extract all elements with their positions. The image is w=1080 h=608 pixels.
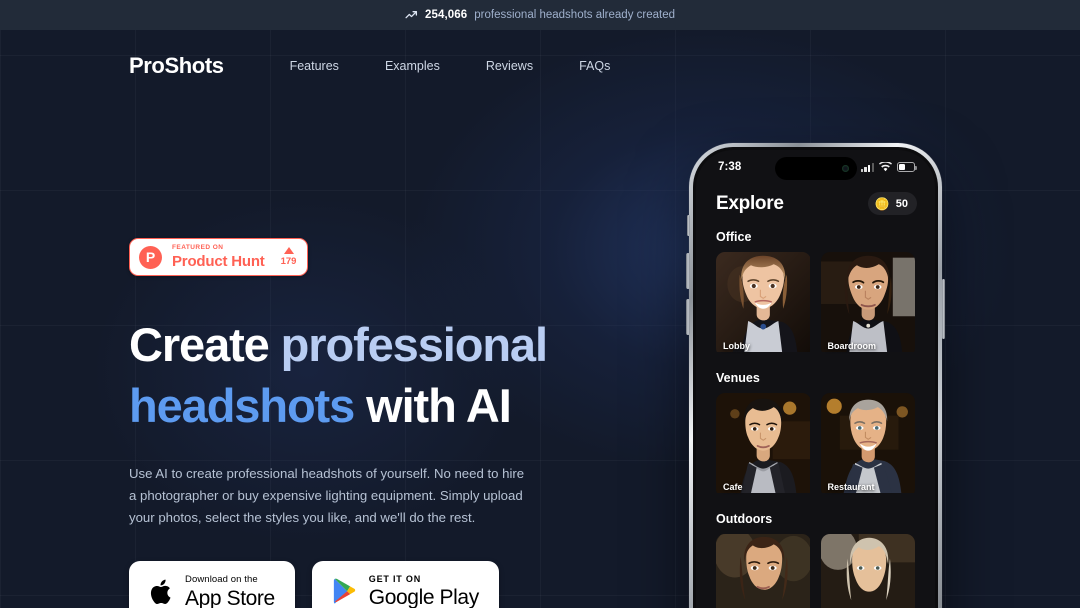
status-clock: 7:38: [718, 161, 742, 173]
explore-header: Explore 🪙 50: [696, 184, 935, 215]
phone-silent-switch[interactable]: [686, 215, 690, 236]
phone-screen: 7:38 Explore 🪙 50 Office Lobby Boardroom…: [696, 150, 935, 608]
section-cards: [696, 534, 935, 608]
trending-up-icon: [405, 10, 418, 18]
google-play-bottom-label: Google Play: [368, 586, 479, 608]
phone-volume-down-button[interactable]: [686, 299, 690, 335]
headshot-count: 254,066: [424, 9, 468, 21]
explore-title: Explore: [716, 192, 784, 214]
style-card-outdoor-2[interactable]: [820, 534, 916, 608]
app-store-labels: Download on the App Store: [185, 575, 275, 608]
section-title: Office: [716, 230, 752, 244]
section-outdoors: Outdoors: [696, 512, 935, 608]
wifi-icon: [879, 162, 892, 172]
style-card-outdoor-1[interactable]: [716, 534, 811, 608]
app-store-button[interactable]: Download on the App Store: [129, 561, 295, 608]
section-office: Office Lobby Boardroom: [696, 230, 935, 357]
phone-mockup: 7:38 Explore 🪙 50 Office Lobby Boardroom…: [686, 143, 945, 608]
coin-balance-count: 50: [895, 197, 908, 210]
nav-link-features[interactable]: Features: [267, 59, 362, 73]
product-hunt-kicker: FEATURED ON: [172, 244, 224, 252]
coin-balance-pill[interactable]: 🪙 50: [867, 192, 917, 215]
headshot-photo: [820, 393, 915, 494]
section-cards: Cafe Restaurant: [696, 393, 935, 498]
product-hunt-upvotes[interactable]: 179: [280, 247, 297, 267]
product-hunt-text: FEATURED ON Product Hunt: [172, 244, 265, 270]
app-store-top-label: Download on the: [185, 574, 258, 586]
main-navigation: ProShots Features Examples Reviews FAQs: [0, 30, 1080, 102]
section-cards: Lobby Boardroom: [696, 252, 935, 357]
apple-icon: [150, 579, 171, 604]
phone-power-button[interactable]: [941, 279, 945, 339]
headline-word-headshots: headshots: [129, 378, 355, 432]
card-caption: Lobby: [723, 341, 750, 351]
google-play-button[interactable]: GET IT ON Google Play: [311, 561, 499, 608]
coin-stack-icon: 🪙: [874, 196, 890, 211]
headshot-photo: [820, 534, 915, 608]
page-title: Create professional headshots with AI: [129, 315, 689, 436]
nav-link-faqs[interactable]: FAQs: [556, 59, 633, 73]
nav-link-examples[interactable]: Examples: [362, 59, 463, 73]
phone-bezel: 7:38 Explore 🪙 50 Office Lobby Boardroom…: [693, 147, 938, 608]
nav-link-reviews[interactable]: Reviews: [463, 59, 556, 73]
google-play-labels: GET IT ON Google Play: [369, 575, 479, 608]
cellular-bars-icon: [860, 162, 874, 172]
section-title: Venues: [716, 371, 760, 385]
google-play-top-label: GET IT ON: [368, 574, 421, 585]
status-icons: [860, 162, 917, 172]
style-card-restaurant[interactable]: Restaurant: [820, 393, 916, 498]
section-venues: Venues Cafe Restaurant: [696, 371, 935, 498]
card-caption: Boardroom: [827, 341, 877, 351]
headshot-photo: [716, 534, 811, 608]
caret-up-icon: [283, 247, 294, 254]
hero-description: Use AI to create professional headshots …: [129, 466, 525, 526]
announcement-bar[interactable]: 254,066 professional headshots already c…: [0, 0, 1080, 30]
headshot-photo: [716, 252, 811, 353]
product-hunt-logo-icon: P: [139, 245, 162, 269]
headline-word-withai: with AI: [354, 378, 512, 432]
card-caption: Restaurant: [827, 482, 875, 492]
nav-links: Features Examples Reviews FAQs: [267, 59, 634, 73]
section-title: Outdoors: [716, 512, 773, 526]
announcement-text: professional headshots already created: [474, 9, 676, 21]
battery-icon: [897, 162, 917, 172]
phone-status-bar: 7:38: [696, 150, 935, 184]
card-caption: Cafe: [723, 482, 743, 492]
product-hunt-badge[interactable]: P FEATURED ON Product Hunt 179: [129, 238, 309, 276]
upvote-count: 179: [280, 256, 297, 267]
brand-logo[interactable]: ProShots: [129, 53, 224, 79]
app-store-bottom-label: App Store: [185, 586, 275, 608]
headline-word-professional: professional: [280, 318, 548, 371]
google-play-icon: [333, 578, 355, 605]
style-card-cafe[interactable]: Cafe: [716, 393, 811, 498]
headshot-photo: [716, 393, 811, 494]
style-card-lobby[interactable]: Lobby: [716, 252, 811, 357]
front-camera-icon: [841, 165, 849, 172]
product-hunt-name: Product Hunt: [172, 252, 265, 270]
headshot-photo: [820, 252, 915, 353]
dynamic-island: [774, 157, 857, 180]
headline-word-create: Create: [129, 318, 281, 371]
phone-volume-up-button[interactable]: [686, 253, 690, 289]
phone-frame: 7:38 Explore 🪙 50 Office Lobby Boardroom…: [686, 143, 945, 608]
style-card-boardroom[interactable]: Boardroom: [820, 252, 916, 357]
explore-sections: Office Lobby Boardroom Venues Cafe Resta…: [696, 215, 935, 608]
